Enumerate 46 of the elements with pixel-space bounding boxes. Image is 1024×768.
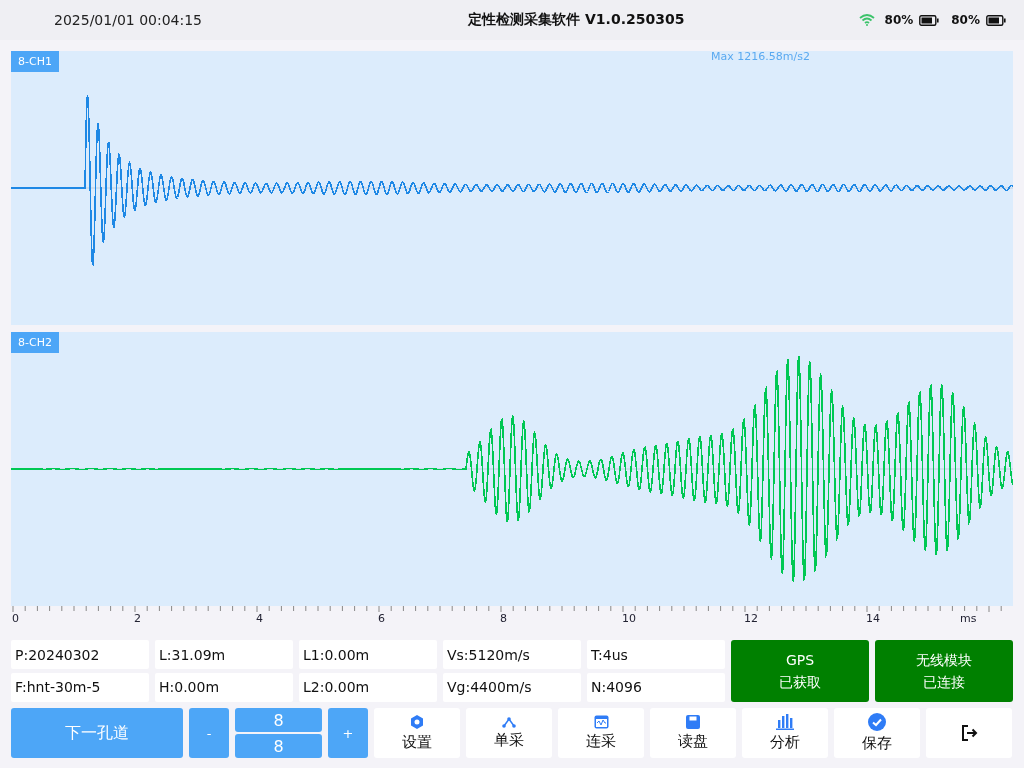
toolbar-button[interactable]: 连采 <box>558 708 644 758</box>
toolbar-button[interactable] <box>926 708 1012 758</box>
status-text: 已获取 <box>779 673 821 692</box>
parameter-field: L2:0.00m <box>299 672 437 702</box>
monitor-wave-icon <box>593 715 609 729</box>
parameter-field: Vg:4400m/s <box>443 672 581 702</box>
settings-icon <box>409 714 425 730</box>
status-text: 已连接 <box>923 673 965 692</box>
toolbar-button[interactable]: 读盘 <box>650 708 736 758</box>
parameter-field: Vs:5120m/s <box>443 640 581 669</box>
battery-percent: 80% <box>884 13 914 27</box>
parameter-field: L:31.09m <box>155 640 293 669</box>
parameter-field: L1:0.00m <box>299 640 437 669</box>
axis-label: 14 <box>866 612 880 625</box>
axis-label: 12 <box>744 612 758 625</box>
toolbar-button[interactable]: 单采 <box>466 708 552 758</box>
status-title: GPS <box>785 651 815 670</box>
check-circle-icon <box>868 713 886 731</box>
parameter-field: N:4096 <box>587 672 725 702</box>
toolbar-button[interactable]: 分析 <box>742 708 828 758</box>
exit-icon <box>960 724 978 742</box>
toolbar-button[interactable]: 保存 <box>834 708 920 758</box>
battery-icon <box>986 14 1006 26</box>
app-title: 定性检测采集软件 V1.0.250305 <box>467 11 686 29</box>
parameter-field: P:20240302 <box>11 640 149 669</box>
channel-label: 8-CH1 <box>11 51 59 72</box>
nodes-icon <box>502 716 516 728</box>
axis-label: 8 <box>500 612 507 625</box>
battery-icon <box>919 14 940 26</box>
datetime: 2025/01/01 00:04:15 <box>54 12 204 28</box>
toolbar-button[interactable]: 设置 <box>374 708 460 758</box>
parameter-field: F:hnt-30m-5 <box>11 672 149 702</box>
axis-unit: ms <box>960 612 977 625</box>
channel-label: 8-CH2 <box>11 332 59 353</box>
battery-percent: 80% <box>951 13 980 27</box>
axis-label: 4 <box>256 612 263 625</box>
axis-label: 0 <box>12 612 19 625</box>
status-title: 无线模块 <box>916 651 972 670</box>
axis-label: 10 <box>622 612 636 625</box>
axis-label: 6 <box>378 612 385 625</box>
bar-chart-icon <box>776 714 794 730</box>
axis-label: 2 <box>134 612 141 625</box>
parameter-field: T:4us <box>587 640 725 669</box>
max-value: Max 1216.58m/s2 <box>711 50 810 63</box>
parameter-field: H:0.00m <box>155 672 293 702</box>
wifi-icon <box>858 14 875 26</box>
